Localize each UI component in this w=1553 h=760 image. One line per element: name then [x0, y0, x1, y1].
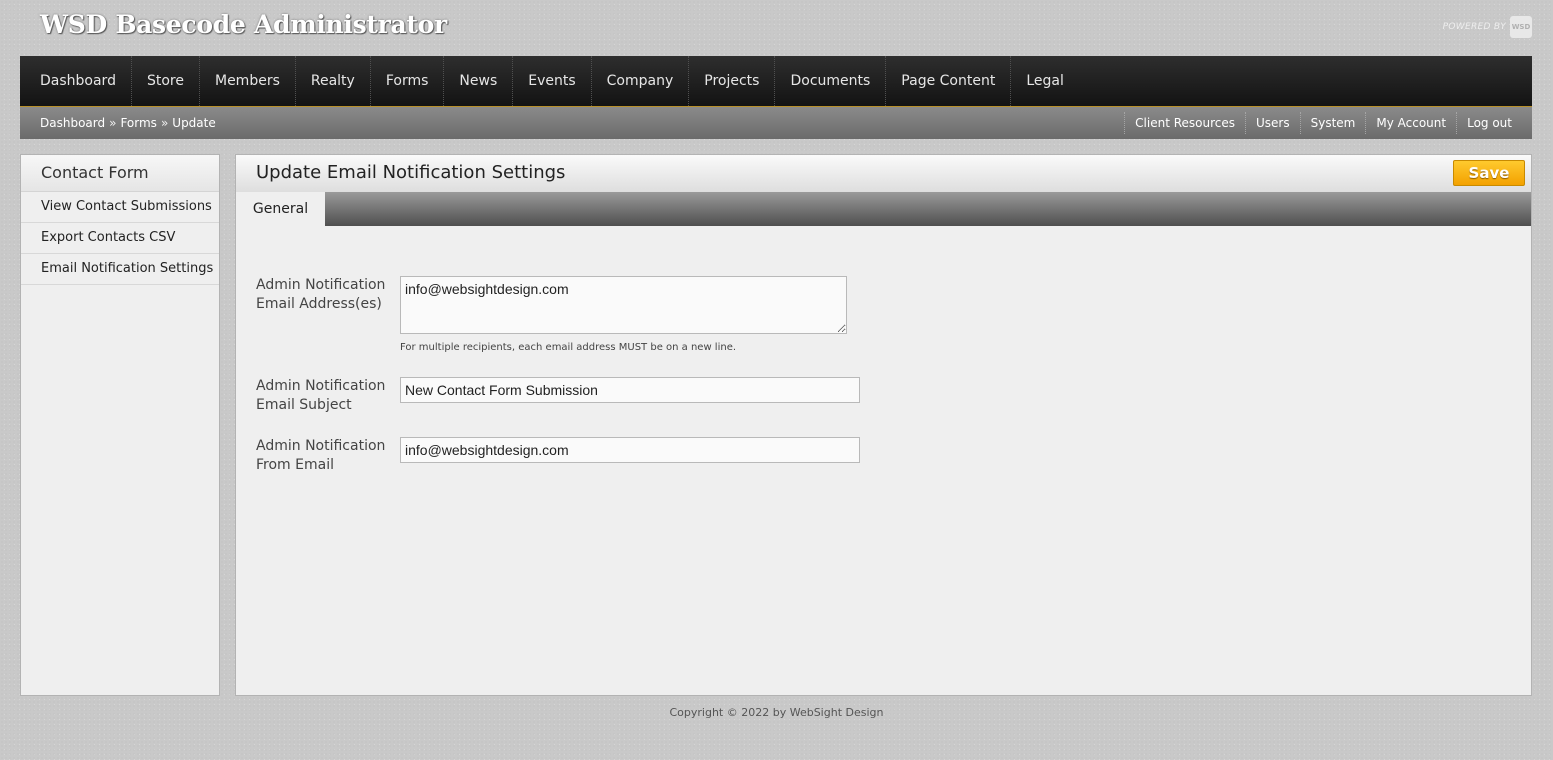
util-log-out[interactable]: Log out	[1456, 112, 1522, 134]
wsd-logo-icon: WSD	[1510, 16, 1532, 38]
breadcrumb-forms[interactable]: Forms	[120, 116, 156, 130]
field-label: Admin Notification Email Subject	[256, 377, 400, 415]
label-line: Email Subject	[256, 397, 352, 413]
nav-item-news[interactable]: News	[444, 56, 514, 106]
form-row-subject: Admin Notification Email Subject	[256, 377, 860, 415]
field-hint: For multiple recipients, each email addr…	[400, 342, 737, 353]
tab-bar: General	[236, 192, 1531, 226]
panel-header: Update Email Notification Settings Save	[236, 155, 1531, 192]
nav-item-projects[interactable]: Projects	[689, 56, 776, 106]
nav-item-company[interactable]: Company	[592, 56, 690, 106]
breadcrumb-dashboard[interactable]: Dashboard	[40, 116, 105, 130]
page-title: Update Email Notification Settings	[256, 162, 566, 183]
label-line: Email Address(es)	[256, 296, 382, 312]
sub-bar: Dashboard » Forms » Update Client Resour…	[20, 107, 1532, 139]
app-title: WSD Basecode Administrator	[40, 10, 447, 39]
field-wrapper	[400, 437, 860, 475]
nav-item-forms[interactable]: Forms	[371, 56, 445, 106]
field-wrapper: info@websightdesign.com For multiple rec…	[400, 276, 847, 353]
nav-item-members[interactable]: Members	[200, 56, 296, 106]
sidebar-title: Contact Form	[21, 155, 219, 192]
field-label: Admin Notification Email Address(es)	[256, 276, 400, 353]
label-line: From Email	[256, 457, 334, 473]
breadcrumb-update: Update	[172, 116, 216, 130]
util-users[interactable]: Users	[1245, 112, 1300, 134]
footer-copyright: Copyright © 2022 by WebSight Design	[669, 706, 884, 719]
from-email-input[interactable]	[400, 437, 860, 463]
nav-item-legal[interactable]: Legal	[1011, 56, 1079, 106]
breadcrumb-separator: »	[160, 116, 169, 130]
powered-by: POWERED BY WSD	[1443, 16, 1532, 38]
tab-general[interactable]: General	[236, 192, 325, 226]
sidebar: Contact Form View Contact Submissions Ex…	[20, 154, 220, 696]
nav-item-realty[interactable]: Realty	[296, 56, 371, 106]
main-nav: Dashboard Store Members Realty Forms New…	[20, 56, 1532, 107]
breadcrumb: Dashboard » Forms » Update	[20, 116, 216, 130]
nav-item-events[interactable]: Events	[513, 56, 592, 106]
nav-item-documents[interactable]: Documents	[775, 56, 887, 106]
nav-item-store[interactable]: Store	[132, 56, 200, 106]
field-label: Admin Notification From Email	[256, 437, 400, 475]
sidebar-item-export-csv[interactable]: Export Contacts CSV	[21, 223, 219, 254]
util-my-account[interactable]: My Account	[1365, 112, 1456, 134]
nav-item-dashboard[interactable]: Dashboard	[20, 56, 132, 106]
label-line: Admin Notification	[256, 277, 386, 293]
sidebar-item-email-settings[interactable]: Email Notification Settings	[21, 254, 219, 285]
util-client-resources[interactable]: Client Resources	[1124, 112, 1245, 134]
save-button[interactable]: Save	[1453, 160, 1525, 186]
email-subject-input[interactable]	[400, 377, 860, 403]
label-line: Admin Notification	[256, 438, 386, 454]
form-row-from: Admin Notification From Email	[256, 437, 860, 475]
field-wrapper	[400, 377, 860, 415]
main-panel: Update Email Notification Settings Save …	[235, 154, 1532, 696]
nav-item-page-content[interactable]: Page Content	[886, 56, 1012, 106]
notification-emails-textarea[interactable]: info@websightdesign.com	[400, 276, 847, 334]
breadcrumb-separator: »	[109, 116, 117, 130]
util-system[interactable]: System	[1299, 112, 1366, 134]
utility-nav: Client Resources Users System My Account…	[1124, 107, 1532, 139]
form-row-emails: Admin Notification Email Address(es) inf…	[256, 276, 847, 353]
sidebar-item-view-submissions[interactable]: View Contact Submissions	[21, 192, 219, 223]
powered-by-text: POWERED BY	[1442, 22, 1506, 32]
label-line: Admin Notification	[256, 378, 386, 394]
